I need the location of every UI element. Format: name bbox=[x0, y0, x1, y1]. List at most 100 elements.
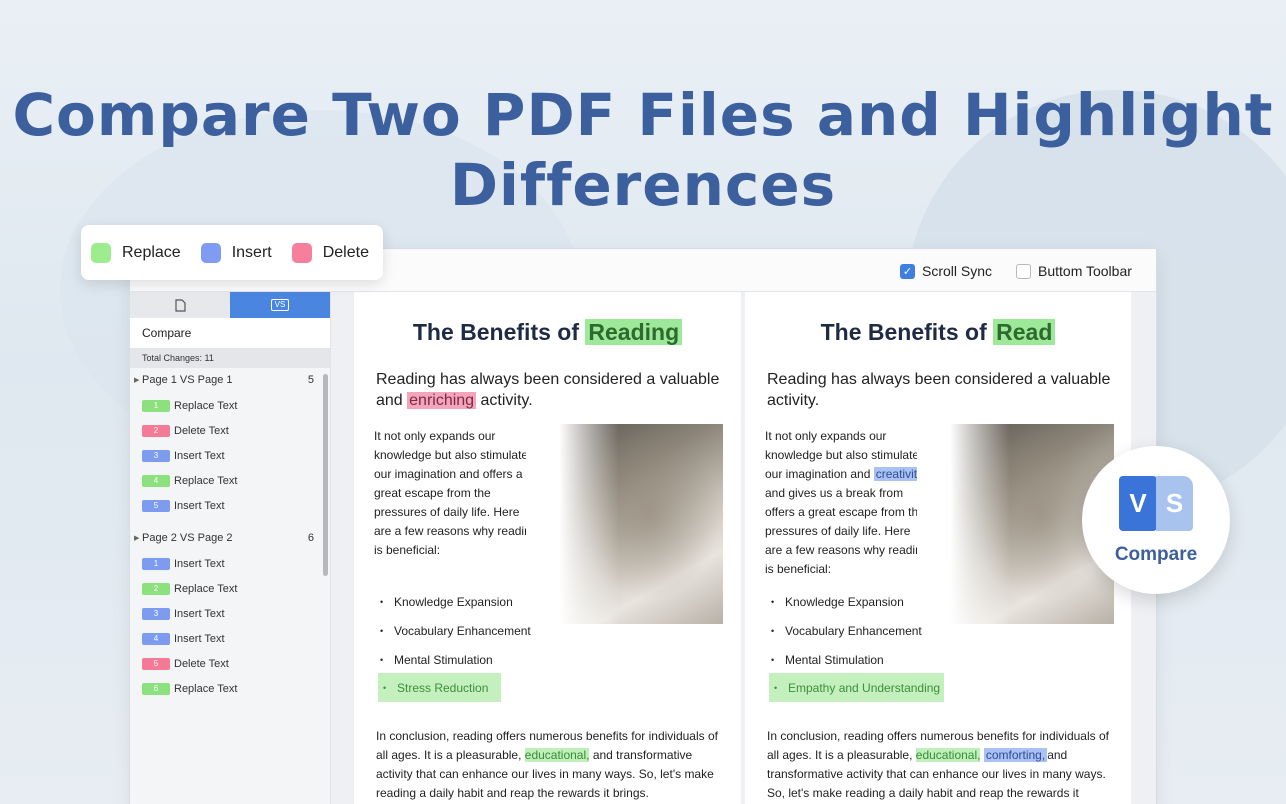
para-line: is beneficial: bbox=[374, 543, 441, 557]
legend-label: Insert bbox=[231, 243, 272, 261]
hero-line-1: Compare Two PDF Files and Highlight bbox=[12, 81, 1274, 149]
vs-icon: VS bbox=[270, 299, 290, 311]
bottom-toolbar-label: Buttom Toolbar bbox=[1038, 263, 1132, 279]
concl-line: all ages. It is a pleasurable, education… bbox=[767, 746, 1117, 765]
change-item[interactable]: 2 Delete Text bbox=[130, 418, 330, 443]
bullet-text: Vocabulary Enhancement bbox=[785, 624, 922, 638]
change-number-badge: 3 bbox=[142, 449, 170, 462]
bullet-item: • Knowledge Expansion bbox=[771, 595, 904, 609]
right-document-page[interactable]: The Benefits of Read Reading has always … bbox=[745, 292, 1131, 804]
change-number-badge: 4 bbox=[142, 475, 170, 488]
bullet-text: Mental Stimulation bbox=[785, 653, 884, 667]
page-title: The Benefits of Read bbox=[745, 319, 1131, 346]
concl-line: In conclusion, reading offers numerous b… bbox=[376, 729, 718, 743]
delete-highlight[interactable]: enriching bbox=[407, 392, 477, 409]
bullet-dot-icon: • bbox=[771, 655, 775, 665]
bullet-dot-icon: • bbox=[380, 655, 384, 665]
change-item[interactable]: 2 Replace Text bbox=[130, 576, 330, 601]
para-line: are a few reasons why reading bbox=[765, 543, 917, 557]
para-line: offers a great escape from the bbox=[765, 505, 917, 519]
change-item[interactable]: 6 Replace Text bbox=[130, 677, 330, 702]
legend-label: Replace bbox=[122, 243, 181, 261]
bullet-item: • Knowledge Expansion bbox=[380, 595, 513, 609]
intro-line: Reading has always been considered a val… bbox=[376, 371, 720, 388]
para-line: are a few reasons why reading bbox=[374, 524, 526, 538]
legend-delete: Delete bbox=[291, 242, 369, 263]
body-paragraph: It not only expands our knowledge but al… bbox=[765, 427, 917, 579]
bullet-dot-icon: • bbox=[771, 626, 775, 636]
change-item[interactable]: 4 Replace Text bbox=[130, 469, 330, 494]
replace-highlight[interactable]: educational, bbox=[524, 748, 590, 762]
concl-line: all ages. It is a pleasurable, education… bbox=[376, 746, 726, 765]
para-line: knowledge but also stimulates bbox=[765, 448, 917, 462]
bottom-toolbar-checkbox[interactable]: Buttom Toolbar bbox=[1016, 263, 1132, 279]
bullet-text: Empathy and Understanding bbox=[788, 680, 941, 695]
change-item[interactable]: 3 Insert Text bbox=[130, 443, 330, 468]
change-label: Insert Text bbox=[174, 557, 225, 570]
change-number-badge: 6 bbox=[142, 683, 170, 696]
insert-highlight[interactable]: comforting, bbox=[983, 748, 1048, 762]
change-item[interactable]: 4 Insert Text bbox=[130, 627, 330, 652]
change-label: Delete Text bbox=[174, 658, 229, 671]
sidebar: VS Compare Total Changes: 11 ▶ Page 1 VS… bbox=[130, 292, 331, 804]
change-label: Replace Text bbox=[174, 582, 238, 595]
change-label: Insert Text bbox=[174, 449, 225, 462]
sidebar-scrollbar[interactable] bbox=[323, 374, 328, 576]
intro-text: Reading has always been considered a val… bbox=[767, 369, 1117, 411]
change-item[interactable]: 1 Replace Text bbox=[130, 393, 330, 418]
title-text: The Benefits of bbox=[820, 319, 994, 345]
concl-line: So, let's make reading a daily habit and… bbox=[767, 786, 1079, 800]
legend-replace: Replace bbox=[91, 242, 181, 263]
legend-insert: Insert bbox=[200, 242, 272, 263]
bullet-item: • Mental Stimulation bbox=[380, 653, 493, 667]
bullet-item: • Vocabulary Enhancement bbox=[771, 624, 922, 638]
intro-line: Reading has always been considered a val… bbox=[767, 371, 1111, 388]
change-label: Delete Text bbox=[174, 424, 229, 437]
change-item[interactable]: 5 Insert Text bbox=[130, 494, 330, 519]
compare-label: Compare bbox=[130, 318, 330, 348]
replace-highlight[interactable]: • Stress Reduction bbox=[378, 673, 501, 702]
left-document-page[interactable]: The Benefits of Reading Reading has alwa… bbox=[354, 292, 741, 804]
logo-label: Compare bbox=[1114, 544, 1198, 565]
bullet-item: • Vocabulary Enhancement bbox=[380, 624, 531, 638]
empty-checkbox-icon bbox=[1016, 263, 1031, 279]
tab-compare[interactable]: VS bbox=[230, 292, 330, 318]
delete-swatch bbox=[291, 242, 312, 263]
para-line: great escape from the bbox=[374, 486, 491, 500]
replace-highlight[interactable]: Read bbox=[993, 319, 1056, 345]
bullet-item: • Mental Stimulation bbox=[771, 653, 884, 667]
para-line: pressures of daily life. Here bbox=[374, 505, 520, 519]
concl-line: reading a daily habit and reap the rewar… bbox=[376, 786, 649, 800]
text: all ages. It is a pleasurable, bbox=[767, 748, 916, 762]
text: all ages. It is a pleasurable, bbox=[376, 748, 525, 762]
text: and transformative bbox=[589, 748, 693, 762]
group-title: Page 2 VS Page 2 bbox=[142, 531, 233, 544]
expand-triangle-icon: ▶ bbox=[134, 377, 140, 384]
change-number-badge: 3 bbox=[142, 607, 170, 620]
legend-label: Delete bbox=[322, 243, 369, 261]
tab-page[interactable] bbox=[130, 292, 230, 318]
intro-line: activity. bbox=[767, 392, 820, 409]
group-header-page-2[interactable]: ▶ Page 2 VS Page 2 6 bbox=[130, 526, 330, 551]
replace-highlight[interactable]: educational, bbox=[915, 748, 981, 762]
gutter bbox=[331, 292, 354, 804]
conclusion-paragraph: In conclusion, reading offers numerous b… bbox=[376, 727, 726, 803]
group-title: Page 1 VS Page 1 bbox=[142, 374, 233, 386]
change-item[interactable]: 3 Insert Text bbox=[130, 601, 330, 626]
group-header-page-1[interactable]: ▶ Page 1 VS Page 1 5 bbox=[130, 368, 330, 393]
replace-highlight[interactable]: • Empathy and Understanding bbox=[769, 673, 944, 702]
insert-highlight[interactable]: creativity, bbox=[873, 467, 917, 481]
vs-compare-logo: V S Compare bbox=[1082, 446, 1230, 594]
intro-text: Reading has always been considered a val… bbox=[376, 369, 726, 411]
change-item[interactable]: 1 Insert Text bbox=[130, 551, 330, 576]
bullet-dot-icon: • bbox=[380, 597, 384, 607]
bullet-dot-icon: • bbox=[383, 682, 387, 693]
scroll-sync-checkbox[interactable]: ✓ Scroll Sync bbox=[900, 263, 992, 279]
para-line: our imagination and offers a bbox=[374, 467, 523, 481]
body-paragraph: It not only expands our knowledge but al… bbox=[374, 427, 526, 560]
bullet-dot-icon: • bbox=[774, 682, 778, 693]
replace-highlight[interactable]: Reading bbox=[585, 319, 683, 345]
concl-line: transformative activity that can enhance… bbox=[767, 767, 1106, 781]
change-item[interactable]: 5 Delete Text bbox=[130, 652, 330, 677]
checkmark-icon: ✓ bbox=[900, 263, 915, 279]
